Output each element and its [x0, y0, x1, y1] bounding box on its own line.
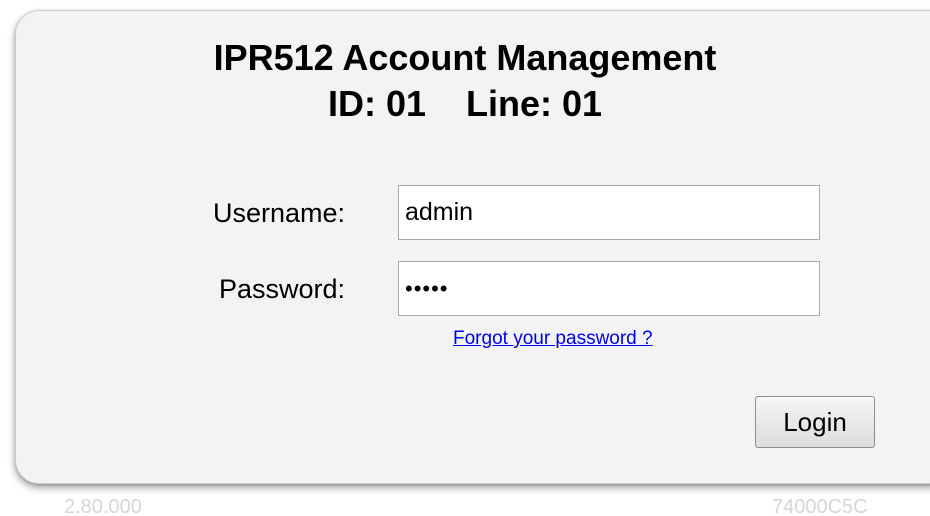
password-field[interactable] — [398, 261, 820, 316]
forgot-password-link[interactable]: Forgot your password ? — [453, 327, 653, 351]
firmware-version: 2.80.000 — [64, 496, 142, 516]
device-serial: 74000C5C — [772, 496, 868, 516]
password-label: Password: — [218, 274, 345, 304]
username-field[interactable] — [398, 185, 820, 240]
login-button[interactable]: Login — [755, 396, 875, 448]
username-label: Username: — [212, 198, 345, 228]
device-id-line: ID: 01 Line: 01 — [327, 83, 603, 124]
login-page: IPR512 Account Management ID: 01 Line: 0… — [0, 0, 930, 516]
page-title: IPR512 Account Management — [213, 37, 717, 78]
